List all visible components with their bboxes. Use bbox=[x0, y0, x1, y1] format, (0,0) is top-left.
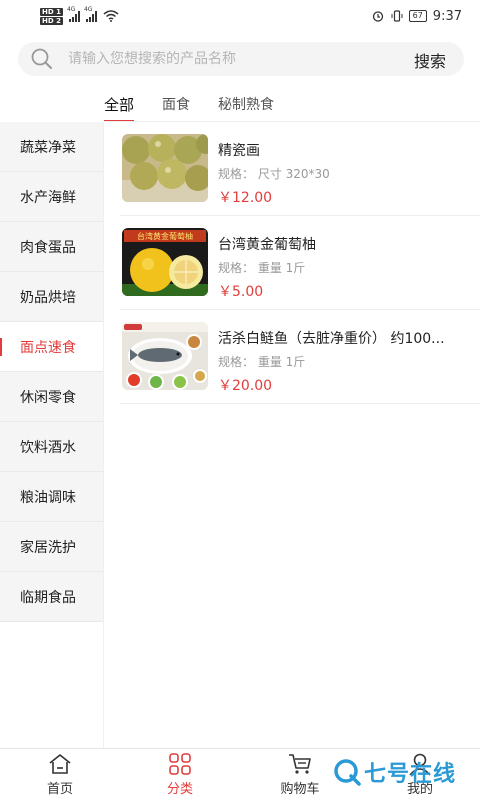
status-right: 67 9:37 bbox=[371, 9, 462, 24]
signal-icon: 4G bbox=[67, 6, 80, 22]
product-item[interactable]: 活杀白鲢鱼（去脏净重价） 约100... 规格： 重量 1斤 ￥20.00 bbox=[120, 310, 480, 404]
sidebar-item-meat-eggs[interactable]: 肉食蛋品 bbox=[0, 222, 103, 272]
product-spec: 规格： 重量 1斤 bbox=[218, 355, 306, 369]
site-watermark: 七号在线 bbox=[332, 756, 456, 788]
hd1-badge: HD 1 bbox=[40, 7, 63, 16]
search-icon bbox=[31, 48, 52, 69]
wifi-icon bbox=[103, 10, 119, 22]
status-bar: HD 1 HD 2 4G 4G 67 9:37 bbox=[0, 0, 480, 32]
clock-time: 9:37 bbox=[432, 8, 462, 24]
vibrate-icon bbox=[391, 10, 403, 22]
sidebar-item-dairy-bakery[interactable]: 奶品烘培 bbox=[0, 272, 103, 322]
category-icon bbox=[169, 753, 191, 775]
product-price: ￥5.00 bbox=[218, 284, 264, 300]
grapefruit-photo: 台湾黄金葡萄柚 bbox=[122, 228, 208, 296]
fruit-photo bbox=[122, 134, 208, 202]
product-spec: 规格： 重量 1斤 bbox=[218, 261, 306, 275]
product-item[interactable]: 精瓷画 规格： 尺寸 320*30 ￥12.00 bbox=[120, 122, 480, 216]
status-left: HD 1 HD 2 4G 4G bbox=[40, 6, 119, 25]
product-list: 精瓷画 规格： 尺寸 320*30 ￥12.00 台湾黄金葡萄柚 台湾黄金葡萄柚… bbox=[104, 122, 480, 404]
sidebar-item-drinks[interactable]: 饮料酒水 bbox=[0, 422, 103, 472]
banner-text: 台湾黄金葡萄柚 bbox=[137, 231, 193, 241]
cart-icon bbox=[289, 754, 311, 774]
nav-cart-label: 购物车 bbox=[280, 782, 320, 797]
nav-category[interactable]: 分类 bbox=[120, 749, 240, 800]
alarm-icon bbox=[372, 11, 383, 22]
tab-braised-food[interactable]: 秘制熟食 bbox=[218, 90, 274, 122]
product-name: 台湾黄金葡萄柚 bbox=[218, 237, 316, 253]
hd2-badge: HD 2 bbox=[40, 16, 63, 25]
hd-indicators: HD 1 HD 2 bbox=[40, 7, 63, 25]
battery-indicator: 67 bbox=[408, 10, 427, 22]
category-sidebar: 蔬菜净菜 水产海鲜 肉食蛋品 奶品烘培 面点速食 休闲零食 饮料酒水 粮油调味 … bbox=[0, 122, 104, 748]
home-icon bbox=[49, 754, 71, 774]
product-name: 精瓷画 bbox=[218, 143, 260, 159]
sidebar-item-snacks[interactable]: 休闲零食 bbox=[0, 372, 103, 422]
product-price: ￥12.00 bbox=[218, 190, 273, 206]
sidebar-item-expiring[interactable]: 临期食品 bbox=[0, 572, 103, 622]
search-button[interactable]: 搜索 bbox=[414, 48, 446, 72]
network-type-label-2: 4G bbox=[83, 6, 93, 13]
tab-all[interactable]: 全部 bbox=[104, 90, 135, 122]
sidebar-item-seafood[interactable]: 水产海鲜 bbox=[0, 172, 103, 222]
app-screen: HD 1 HD 2 4G 4G 67 9:37 请输入您想搜索的产品名称 搜索 … bbox=[0, 0, 480, 800]
nav-category-label: 分类 bbox=[166, 782, 193, 797]
product-item[interactable]: 台湾黄金葡萄柚 台湾黄金葡萄柚 规格： 重量 1斤 ￥5.00 bbox=[120, 216, 480, 310]
nav-home-label: 首页 bbox=[46, 782, 73, 797]
product-price: ￥20.00 bbox=[218, 378, 273, 394]
sidebar-item-household[interactable]: 家居洗护 bbox=[0, 522, 103, 572]
watermark-logo-icon bbox=[334, 759, 361, 786]
product-name: 活杀白鲢鱼（去脏净重价） 约100... bbox=[218, 331, 445, 347]
search-input[interactable] bbox=[68, 51, 368, 67]
product-spec: 规格： 尺寸 320*30 bbox=[218, 167, 330, 181]
network-type-label: 4G bbox=[66, 6, 76, 13]
search-bar: 搜索 bbox=[18, 42, 464, 76]
nav-home[interactable]: 首页 bbox=[0, 749, 120, 800]
category-tabs: 全部 面食 秘制熟食 bbox=[104, 90, 302, 122]
fish-dish-photo bbox=[122, 322, 208, 390]
signal-icon-2: 4G bbox=[84, 6, 97, 22]
watermark-text: 七号在线 bbox=[364, 762, 457, 787]
sidebar-item-vegetables[interactable]: 蔬菜净菜 bbox=[0, 122, 103, 172]
sidebar-item-pasta-instant[interactable]: 面点速食 bbox=[0, 322, 103, 372]
sidebar-item-grain-oil[interactable]: 粮油调味 bbox=[0, 472, 103, 522]
tab-noodles[interactable]: 面食 bbox=[162, 90, 190, 122]
